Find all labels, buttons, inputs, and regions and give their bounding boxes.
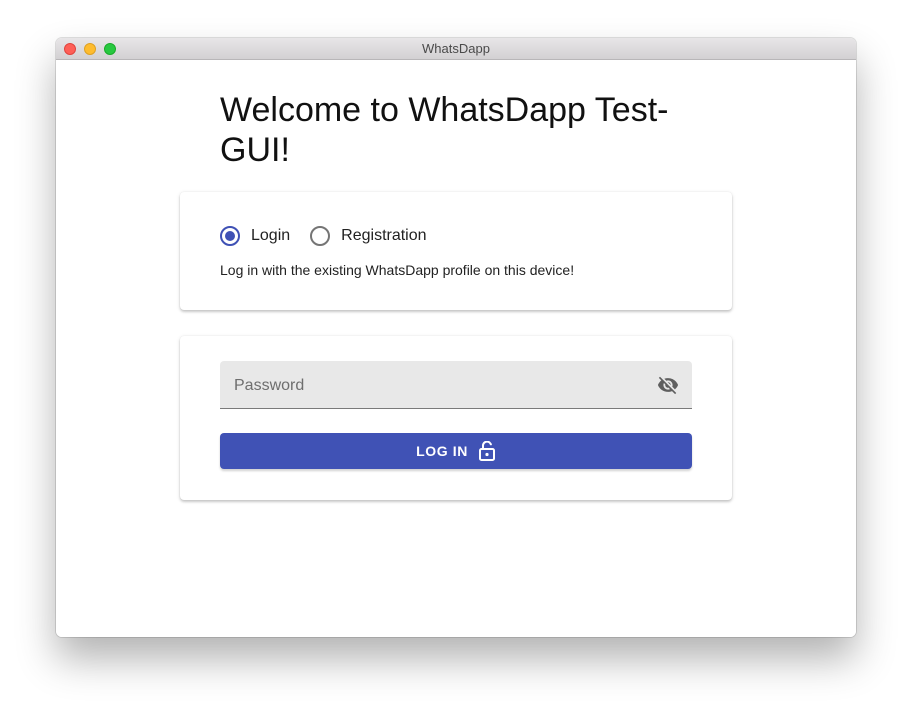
- registration-radio-label: Registration: [341, 227, 427, 244]
- title-bar[interactable]: WhatsDapp: [56, 38, 856, 60]
- lock-open-icon: [478, 440, 496, 461]
- password-field[interactable]: [220, 361, 692, 410]
- login-radio-option[interactable]: Login: [220, 226, 290, 246]
- app-window: WhatsDapp Welcome to WhatsDapp Test-GUI!…: [56, 38, 856, 637]
- auth-card: LOG IN: [180, 336, 732, 500]
- mode-card: Login Registration Log in with the exist…: [180, 192, 732, 310]
- login-button-label: LOG IN: [416, 443, 468, 459]
- registration-radio-option[interactable]: Registration: [310, 226, 427, 246]
- window-title: WhatsDapp: [422, 41, 490, 56]
- main-content: Welcome to WhatsDapp Test-GUI! Login Reg…: [56, 60, 856, 637]
- page-title: Welcome to WhatsDapp Test-GUI!: [220, 91, 669, 169]
- mode-radio-group: Login Registration: [220, 226, 447, 246]
- login-radio-label: Login: [251, 227, 291, 244]
- password-input[interactable]: [232, 361, 646, 410]
- mode-hint-text: Log in with the existing WhatsDapp profi…: [220, 262, 575, 278]
- login-radio-button[interactable]: [220, 226, 240, 246]
- login-button[interactable]: LOG IN: [220, 433, 692, 469]
- visibility-off-icon[interactable]: [656, 374, 680, 396]
- registration-radio-button[interactable]: [310, 226, 331, 246]
